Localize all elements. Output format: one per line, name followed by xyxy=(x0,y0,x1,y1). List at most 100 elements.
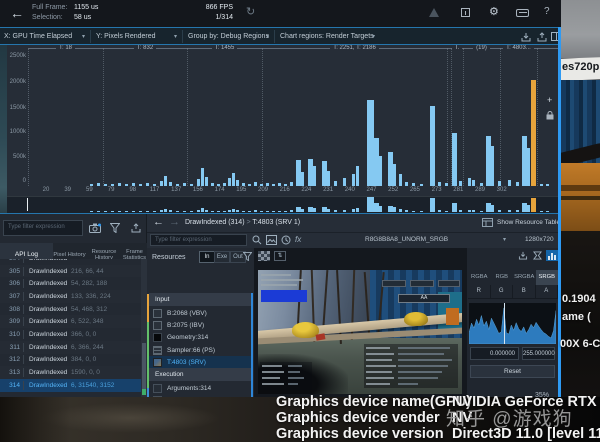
x-axis-tick-label: 39 xyxy=(64,187,72,193)
tab-rgba[interactable]: RGBA xyxy=(468,270,491,285)
texture-preview-image[interactable]: AA xyxy=(258,270,462,394)
api-log-row-309[interactable]: 309 DrawIndexed 6, 522, 348 xyxy=(0,315,141,329)
search-icon[interactable] xyxy=(252,235,262,245)
chart-bar[interactable] xyxy=(343,178,346,186)
api-log-row-314[interactable]: 314 DrawIndexed 6, 31540, 3152 xyxy=(0,378,141,392)
tree-item-sampler-66-ps-[interactable]: Sampler:66 (PS) xyxy=(149,344,251,356)
nav-back-button[interactable]: ← xyxy=(153,216,164,228)
tab-rgb[interactable]: RGB xyxy=(491,270,514,285)
chart-bar[interactable] xyxy=(301,172,304,186)
tree-item-geometry-314[interactable]: Geometry:314 xyxy=(149,332,251,344)
api-log-list[interactable]: 304DrawIndexed305DrawIndexed216, 66, 443… xyxy=(0,259,141,397)
chart-overview-strip[interactable] xyxy=(7,196,558,213)
tree-item-t-4803-srv-[interactable]: T:4803 (SRV) xyxy=(149,356,251,369)
chart-bar[interactable] xyxy=(367,100,374,186)
chart-bar-selected[interactable] xyxy=(531,80,536,186)
channel-b-button[interactable]: B xyxy=(513,285,536,298)
channel-r-button[interactable]: R xyxy=(468,285,491,298)
nav-forward-button[interactable]: → xyxy=(169,216,180,228)
lock-icon[interactable] xyxy=(546,107,554,120)
chart-bar[interactable] xyxy=(232,173,235,186)
resource-funnel-icon[interactable] xyxy=(243,252,252,261)
histogram-plot[interactable] xyxy=(468,303,557,345)
range-histogram-icon[interactable] xyxy=(546,250,558,261)
beaker-icon[interactable] xyxy=(429,8,439,17)
chart-bar[interactable] xyxy=(197,179,200,186)
save-texture-icon[interactable] xyxy=(518,251,528,260)
api-log-row-312[interactable]: 312 DrawIndexed 384, 0, 0 xyxy=(0,353,141,367)
event-params: 384, 0, 0 xyxy=(71,356,97,364)
api-log-row-313[interactable]: 313 DrawIndexed 1590, 0, 0 xyxy=(0,366,141,379)
chart-bar[interactable] xyxy=(205,177,208,186)
main-chart[interactable]: 2500k 2000k 1500k 1000k 500k 0 T: 18 T: 832 T: 1… xyxy=(7,45,558,186)
export-image-icon[interactable] xyxy=(521,32,531,42)
refresh-icon[interactable]: ↻ xyxy=(246,5,255,18)
show-resource-table-button[interactable]: Show Resource Table xyxy=(497,219,558,226)
window-info-icon[interactable] xyxy=(461,8,470,17)
reset-range-button[interactable]: Reset xyxy=(470,365,555,378)
keyboard-icon[interactable] xyxy=(516,9,529,17)
export-data-icon[interactable] xyxy=(537,32,547,42)
overview-position-marker[interactable] xyxy=(27,198,28,211)
event-name: DrawIndexed xyxy=(24,259,71,262)
flip-y-icon[interactable]: ⇅ xyxy=(274,251,286,261)
chart-zoom-plus[interactable]: + xyxy=(547,95,552,105)
chart-bar[interactable] xyxy=(452,133,457,186)
api-log-row-308[interactable]: 308 DrawIndexed 54, 468, 312 xyxy=(0,302,141,316)
settings-gear-icon[interactable]: ⚙ xyxy=(489,5,499,18)
api-log-row-311[interactable]: 311 DrawIndexed 6, 366, 244 xyxy=(0,340,141,354)
camera-icon[interactable] xyxy=(89,223,101,233)
top-bar: ← Full Frame: 1155 us Selection: 58 us 8… xyxy=(0,0,561,27)
back-button[interactable]: ← xyxy=(7,3,27,23)
histogram-marker[interactable] xyxy=(504,303,505,344)
chart-bar[interactable] xyxy=(379,156,382,186)
breadcrumb-resource[interactable]: T:4803 (SRV 1) xyxy=(252,219,300,226)
tree-item-b-2075-ibv-[interactable]: B:2075 (IBV) xyxy=(149,319,251,331)
channel-a-button[interactable]: A xyxy=(536,285,558,298)
funnel-icon[interactable] xyxy=(110,223,120,233)
chart-bar[interactable] xyxy=(468,178,471,186)
chart-bar[interactable] xyxy=(399,174,402,186)
chart-bar[interactable] xyxy=(393,164,396,186)
mode-exe[interactable]: Exe xyxy=(214,251,230,263)
image-icon[interactable] xyxy=(266,235,277,245)
event-list-scrollbar-thumb[interactable] xyxy=(142,343,146,393)
export-log-icon[interactable] xyxy=(131,223,141,233)
resource-tree[interactable]: Input B:2068 (VBV) B:2075 (IBV) Geometry:31… xyxy=(149,293,251,397)
channel-g-button[interactable]: G xyxy=(491,285,513,298)
tab-srgba[interactable]: SRGBA xyxy=(513,270,536,285)
format-dropdown[interactable]: R8G8B8A8_UNORM_SRGB xyxy=(365,236,448,243)
api-log-row-310[interactable]: 310 DrawIndexed 366, 0, 0 xyxy=(0,328,141,341)
custom-shader-fx-icon[interactable]: fx xyxy=(295,235,301,244)
chart-bar[interactable] xyxy=(352,174,355,186)
api-log-row-305[interactable]: 305 DrawIndexed 216, 66, 44 xyxy=(0,264,141,278)
api-log-row-307[interactable]: 307 DrawIndexed 133, 336, 224 xyxy=(0,290,141,303)
resource-filter-input[interactable]: Type filter expression xyxy=(150,234,247,246)
tree-item-b-2068-vbv-[interactable]: B:2068 (VBV) xyxy=(149,307,251,319)
chart-bar[interactable] xyxy=(201,168,204,186)
history-clock-icon[interactable] xyxy=(281,235,291,245)
checker-background-icon[interactable] xyxy=(258,251,270,261)
tab-srgb[interactable]: SRGB xyxy=(535,270,558,285)
mode-in[interactable]: In xyxy=(199,251,215,263)
chart-bar[interactable] xyxy=(430,106,435,186)
tree-item-sh-32[interactable]: SH:32 xyxy=(149,395,251,397)
tree-item-arguments-314[interactable]: Arguments:314 xyxy=(149,382,251,394)
chart-bar[interactable] xyxy=(356,166,359,186)
range-max-input[interactable]: 255.000000 xyxy=(522,347,555,360)
chart-bar[interactable] xyxy=(491,146,494,186)
range-min-input[interactable]: 0.000000 xyxy=(470,347,519,360)
chart-bar[interactable] xyxy=(228,178,231,186)
pixel-context-icon[interactable] xyxy=(533,251,542,260)
chart-bar[interactable] xyxy=(527,148,530,186)
format-caret-icon[interactable]: ▾ xyxy=(503,236,506,243)
resource-tree-scrollbar[interactable] xyxy=(251,293,253,397)
chart-bar[interactable] xyxy=(313,166,316,186)
region-label: T: 18 xyxy=(38,45,94,51)
chart-bar[interactable] xyxy=(164,176,167,186)
event-filter-input[interactable]: Type filter expression xyxy=(3,220,83,236)
chart-bar[interactable] xyxy=(327,171,330,186)
help-icon[interactable]: ? xyxy=(544,6,550,17)
breadcrumb-event[interactable]: DrawIndexed (314) xyxy=(185,219,245,226)
api-log-row-306[interactable]: 306 DrawIndexed 54, 282, 188 xyxy=(0,277,141,291)
